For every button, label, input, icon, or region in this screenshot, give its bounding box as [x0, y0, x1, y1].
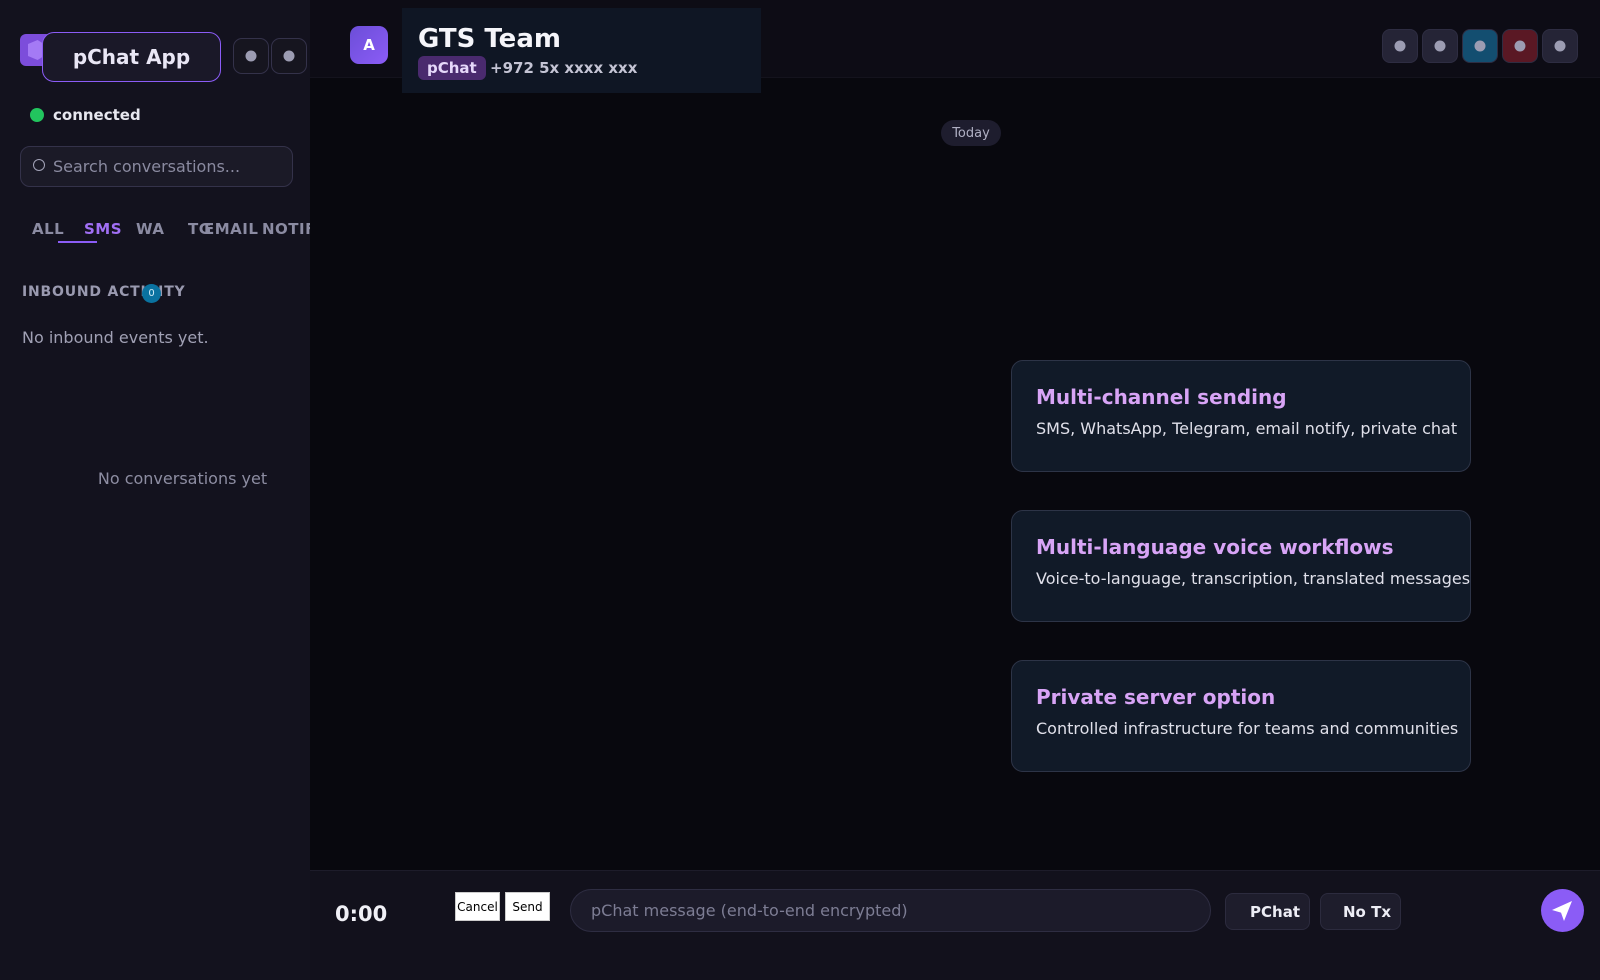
date-separator: Today — [941, 120, 1001, 146]
feature-title: Private server option — [1036, 685, 1276, 709]
dot-icon — [1394, 40, 1406, 52]
header-action-button-5[interactable] — [1542, 29, 1578, 63]
dot-icon — [1514, 40, 1526, 52]
feature-title: Multi-channel sending — [1036, 385, 1287, 409]
cancel-recording-button[interactable]: Cancel — [455, 892, 500, 921]
feature-card: Private server option Controlled infrast… — [1011, 660, 1471, 772]
avatar[interactable]: A — [350, 26, 388, 64]
recording-timer: 0:00 — [335, 902, 388, 926]
contact-phone: +972 5x xxxx xxx — [490, 59, 638, 77]
header-action-button-3[interactable] — [1462, 29, 1498, 63]
connection-status: connected — [30, 106, 141, 124]
sidebar-action-button-1[interactable] — [233, 38, 269, 74]
tab-email[interactable]: EMAIL — [204, 220, 258, 238]
search-input[interactable] — [53, 147, 288, 186]
feature-description: Controlled infrastructure for teams and … — [1036, 719, 1459, 738]
send-button[interactable] — [1541, 889, 1584, 932]
active-tab-indicator — [58, 241, 97, 243]
send-recording-button[interactable]: Send — [505, 892, 550, 921]
message-input-box[interactable] — [570, 889, 1211, 932]
contact-info[interactable]: GTS Team pChat +972 5x xxxx xxx — [402, 8, 761, 93]
tab-all[interactable]: ALL — [32, 220, 64, 238]
message-input[interactable] — [591, 890, 1191, 931]
translation-selector[interactable]: No Tx — [1320, 893, 1401, 930]
feature-card: Multi-channel sending SMS, WhatsApp, Tel… — [1011, 360, 1471, 472]
dot-icon — [283, 50, 295, 62]
dot-icon — [1554, 40, 1566, 52]
feature-card: Multi-language voice workflows Voice-to-… — [1011, 510, 1471, 622]
send-icon — [1552, 901, 1572, 921]
contact-name: GTS Team — [418, 24, 561, 54]
channel-selector[interactable]: PChat — [1225, 893, 1310, 930]
tab-wa[interactable]: WA — [136, 220, 164, 238]
header-action-button-2[interactable] — [1422, 29, 1458, 63]
conversations-empty-text: No conversations yet — [97, 469, 268, 488]
channel-tabs: ALL SMS WA TG EMAIL NOTIF — [0, 210, 310, 246]
status-text: connected — [53, 106, 141, 124]
dot-icon — [1434, 40, 1446, 52]
search-icon — [33, 159, 45, 171]
channel-badge: pChat — [418, 56, 486, 80]
dot-icon — [1474, 40, 1486, 52]
sidebar-action-button-2[interactable] — [271, 38, 307, 74]
feature-description: Voice-to-language, transcription, transl… — [1036, 569, 1471, 588]
sidebar: pChat App connected ALL SMS WA TG EMAIL … — [0, 0, 310, 980]
inbound-empty-text: No inbound events yet. — [22, 328, 209, 347]
tab-notif[interactable]: NOTIF — [262, 220, 310, 238]
header-action-button-4[interactable] — [1502, 29, 1538, 63]
inbound-count-badge: 0 — [142, 284, 161, 303]
status-indicator-icon — [30, 108, 44, 122]
tab-sms[interactable]: SMS — [84, 220, 122, 238]
app-title-button[interactable]: pChat App — [42, 32, 221, 82]
feature-title: Multi-language voice workflows — [1036, 535, 1394, 559]
header-action-button-1[interactable] — [1382, 29, 1418, 63]
feature-description: SMS, WhatsApp, Telegram, email notify, p… — [1036, 419, 1458, 438]
search-box[interactable] — [20, 146, 293, 187]
dot-icon — [245, 50, 257, 62]
